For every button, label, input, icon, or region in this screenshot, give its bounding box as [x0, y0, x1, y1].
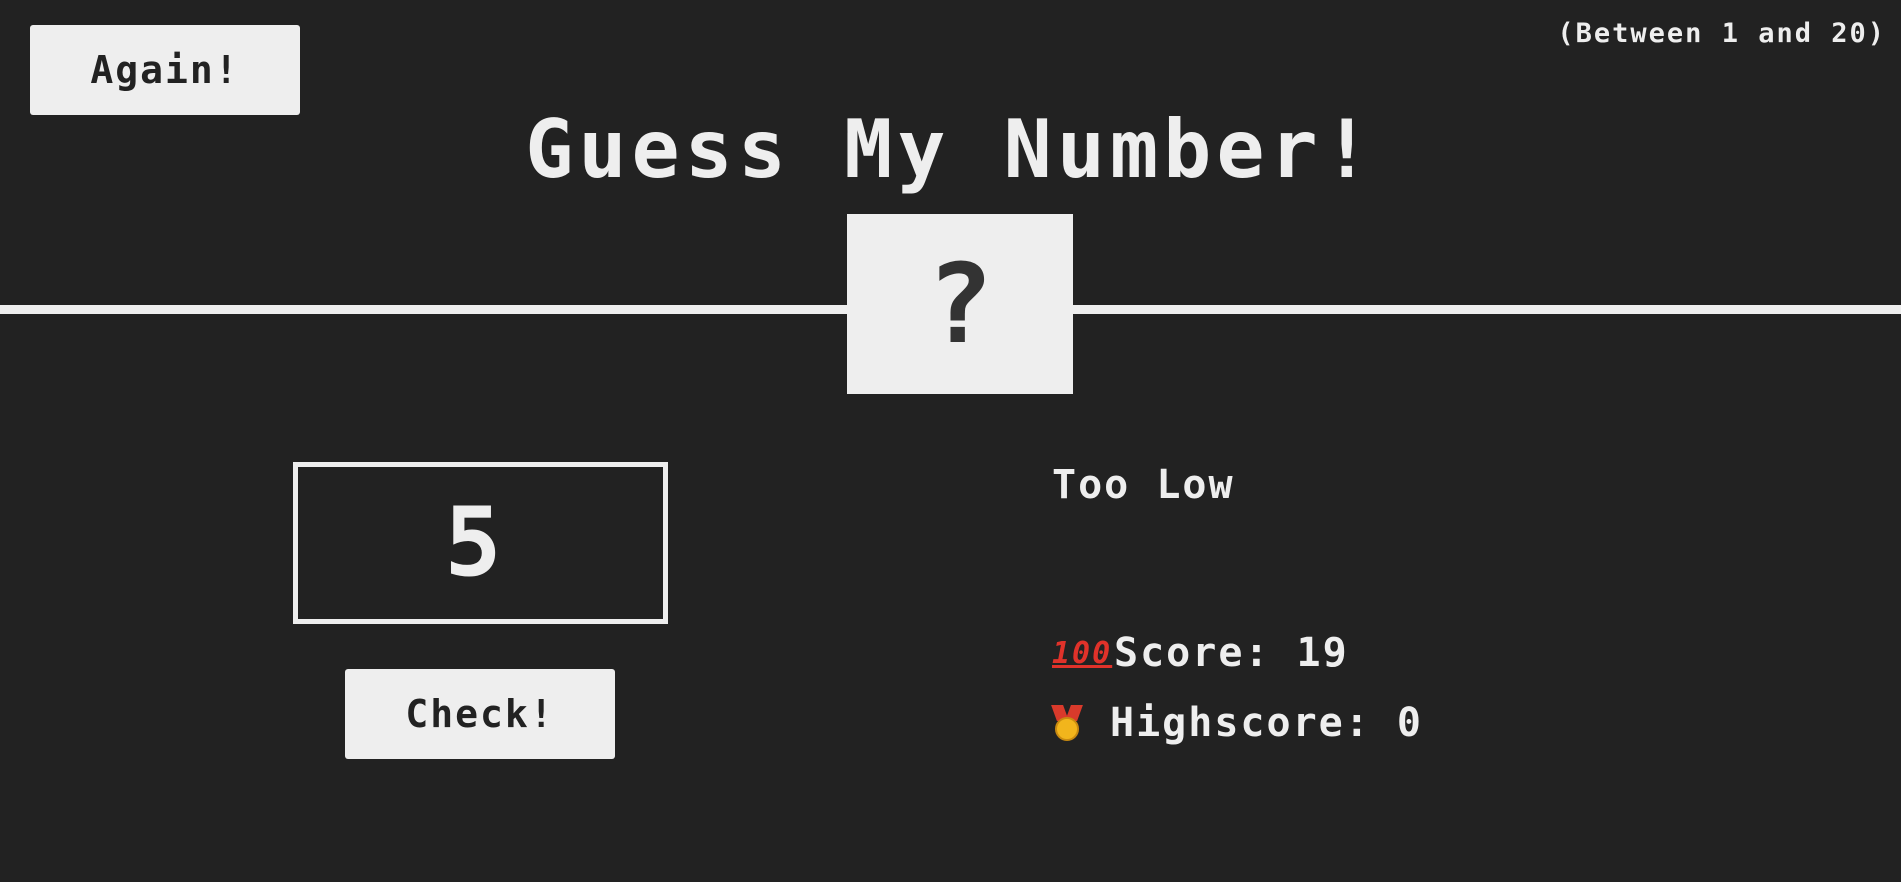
secret-number-box: ?	[847, 214, 1073, 394]
guess-feedback-message: Too Low	[1052, 462, 1235, 508]
highscore-label: Highscore:	[1110, 700, 1371, 746]
score-row: 100 Score: 19	[1052, 630, 1349, 676]
highscore-value: 0	[1396, 700, 1423, 746]
medal-icon	[1051, 705, 1083, 741]
check-button[interactable]: Check!	[345, 669, 615, 759]
secret-number: ?	[926, 240, 994, 368]
range-hint: (Between 1 and 20)	[1557, 18, 1886, 49]
page-title: Guess My Number!	[525, 103, 1376, 196]
score-label: Score:	[1114, 630, 1271, 676]
game-screen: Again! (Between 1 and 20) Guess My Numbe…	[0, 0, 1901, 882]
score-value: 19	[1296, 630, 1349, 676]
guess-input[interactable]	[293, 462, 668, 624]
hundred-points-icon: 100	[1052, 635, 1113, 671]
highscore-row: Highscore: 0	[1051, 700, 1423, 746]
